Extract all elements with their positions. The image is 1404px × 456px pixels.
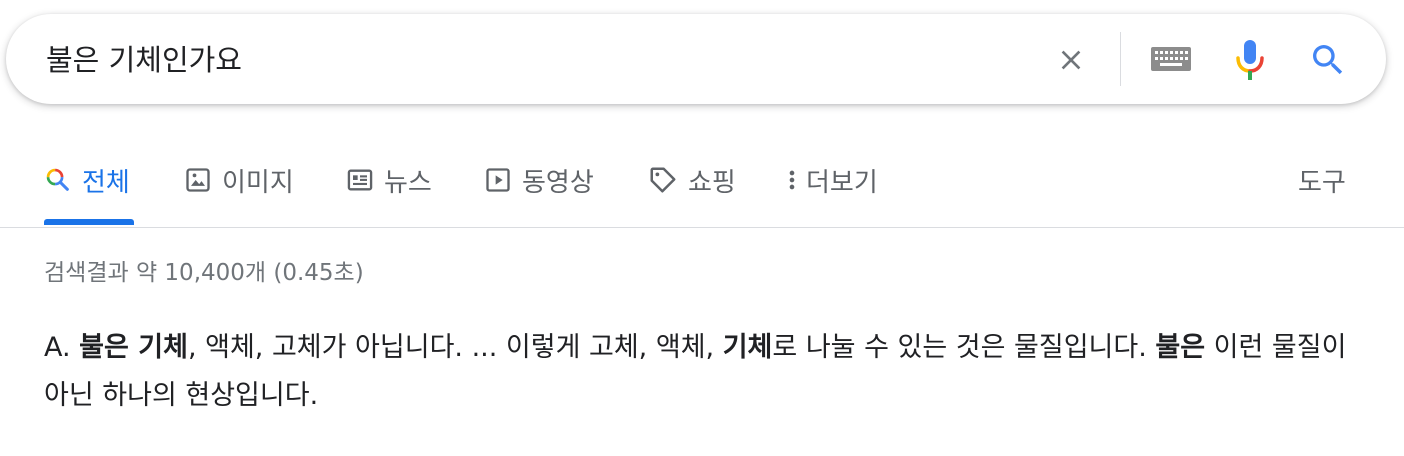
snippet-highlight: 불은 — [1155, 332, 1206, 363]
search-icon — [44, 166, 72, 194]
tab-shopping[interactable]: 쇼핑 — [648, 160, 736, 200]
close-icon — [1061, 50, 1081, 70]
virtual-keyboard-button[interactable] — [1150, 44, 1192, 74]
voice-search-button[interactable] — [1234, 38, 1266, 82]
microphone-icon — [1236, 40, 1264, 80]
snippet-text: A. — [44, 332, 80, 363]
tab-news[interactable]: 뉴스 — [346, 160, 432, 200]
tab-label: 더보기 — [806, 167, 878, 198]
tools-label: 도구 — [1298, 167, 1346, 198]
video-icon — [484, 166, 512, 194]
tools-button[interactable]: 도구 — [1298, 160, 1346, 200]
snippet-text: , 액체, 고체가 아닙니다. ... 이렇게 고체, 액체, — [187, 332, 723, 363]
tab-label: 쇼핑 — [688, 167, 736, 198]
tab-label: 이미지 — [222, 167, 294, 198]
tab-label: 뉴스 — [384, 167, 432, 198]
search-input[interactable] — [46, 38, 1006, 78]
search-tabs: 전체 이미지 뉴스 동영상 쇼핑 더보기 도구 — [0, 130, 1404, 228]
more-vert-icon — [784, 166, 800, 194]
search-box — [6, 14, 1386, 104]
keyboard-icon — [1151, 47, 1191, 71]
result-stats: 검색결과 약 10,400개 (0.45초) — [44, 260, 364, 286]
tab-videos[interactable]: 동영상 — [484, 160, 594, 200]
snippet-highlight: 불은 기체 — [79, 332, 188, 363]
search-results-page: 전체 이미지 뉴스 — [0, 0, 1404, 456]
featured-snippet-text: A. 불은 기체, 액체, 고체가 아닙니다. ... 이렇게 고체, 액체, … — [44, 324, 1354, 420]
image-icon — [184, 166, 212, 194]
tab-label: 동영상 — [522, 167, 594, 198]
search-submit-button[interactable] — [1308, 40, 1350, 82]
tab-images[interactable]: 이미지 — [184, 160, 294, 200]
search-bar-divider — [1120, 32, 1121, 86]
tab-label: 전체 — [82, 167, 130, 198]
snippet-text: 로 나눌 수 있는 것은 물질입니다. — [772, 332, 1156, 363]
tab-more[interactable]: 더보기 — [784, 160, 878, 200]
snippet-highlight: 기체 — [722, 332, 773, 363]
tab-all[interactable]: 전체 — [44, 160, 130, 200]
clear-search-button[interactable] — [1050, 39, 1092, 81]
tag-icon — [648, 165, 678, 195]
search-icon — [1313, 45, 1343, 75]
news-icon — [346, 166, 374, 194]
active-tab-indicator — [44, 219, 134, 225]
